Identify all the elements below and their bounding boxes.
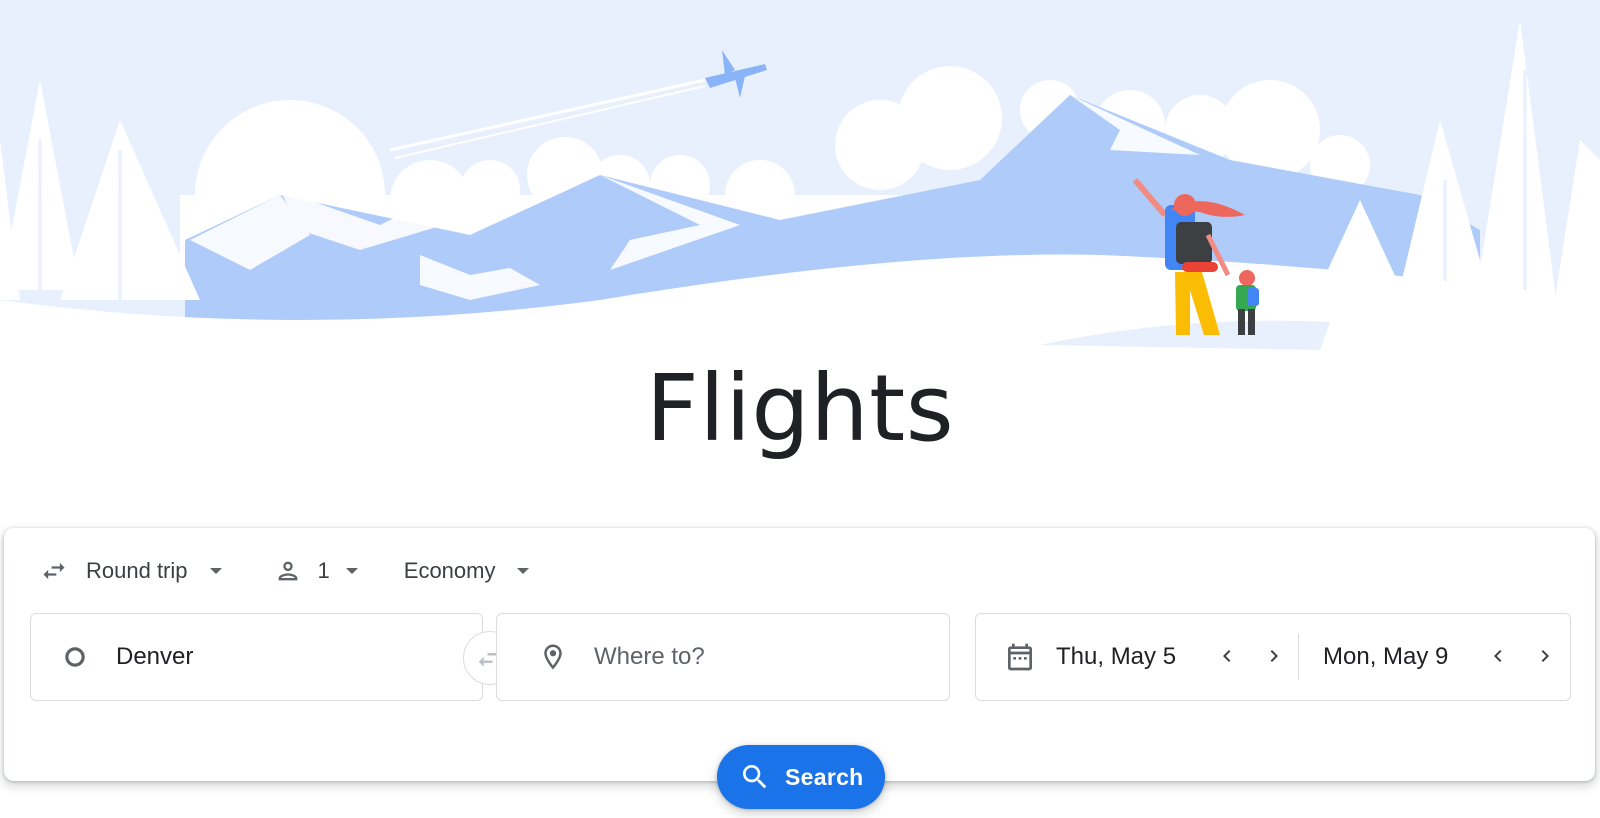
caret-down-icon [345, 568, 358, 574]
trip-type-select[interactable]: Round trip [40, 556, 222, 586]
origin-circle-icon [65, 647, 85, 667]
trip-options-bar: Round trip 1 Economy [40, 556, 530, 586]
search-button-label: Search [785, 763, 864, 790]
hero-illustration [0, 0, 1600, 380]
chevron-right-icon [1541, 650, 1549, 662]
chevron-left-icon [1494, 650, 1502, 662]
search-button[interactable]: Search [717, 745, 885, 809]
destination-input[interactable]: Where to? [496, 613, 950, 701]
departure-date[interactable]: Thu, May 5 [1056, 643, 1176, 671]
return-next-button[interactable] [1533, 644, 1557, 668]
return-prev-button[interactable] [1486, 644, 1510, 668]
chevron-left-icon [1223, 650, 1231, 662]
page-title: Flights [645, 355, 955, 462]
origin-value: Denver [116, 643, 194, 670]
passengers-select[interactable]: 1 [274, 556, 358, 586]
dates-divider [1298, 634, 1299, 680]
caret-down-icon [517, 568, 530, 574]
destination-placeholder: Where to? [594, 643, 705, 670]
swap-arrows-icon [43, 562, 65, 580]
location-pin-icon [544, 644, 562, 670]
passengers-count: 1 [317, 558, 330, 583]
origin-input[interactable]: Denver [30, 613, 483, 701]
person-icon [278, 561, 297, 581]
search-icon [743, 765, 767, 789]
calendar-icon [1008, 643, 1032, 671]
cabin-class-select[interactable]: Economy [404, 556, 530, 586]
caret-down-icon [209, 568, 222, 574]
departure-prev-button[interactable] [1215, 644, 1239, 668]
trip-type-label: Round trip [86, 558, 188, 583]
return-date[interactable]: Mon, May 9 [1323, 643, 1448, 671]
chevron-right-icon [1270, 650, 1278, 662]
departure-next-button[interactable] [1262, 644, 1286, 668]
cabin-class-label: Economy [403, 558, 496, 583]
